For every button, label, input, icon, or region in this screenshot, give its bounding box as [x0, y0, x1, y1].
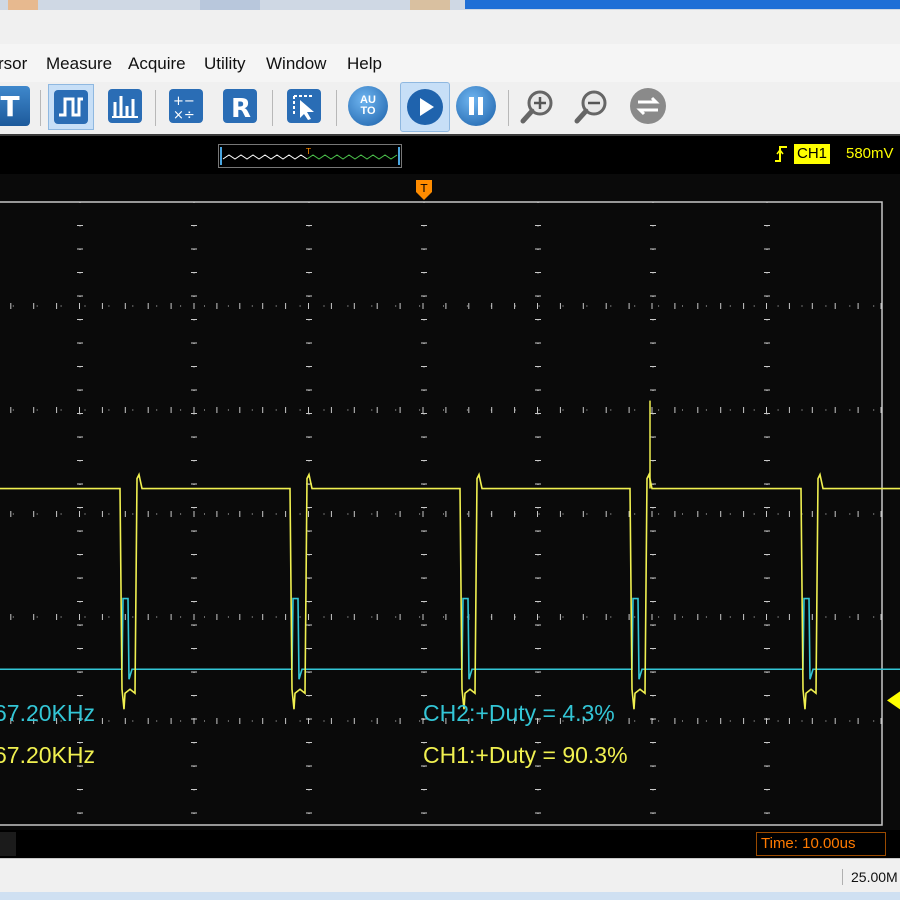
svg-text:+−: +− — [173, 94, 195, 109]
histogram-icon — [108, 89, 142, 123]
sample-rate: 25.00M — [842, 869, 898, 885]
title-bar-blue — [465, 0, 900, 9]
voltage-scale: 580mV — [846, 145, 894, 162]
graticule — [0, 201, 883, 826]
svg-text:×÷: ×÷ — [173, 108, 195, 123]
title-fragment — [200, 0, 260, 10]
zoom-out-button[interactable] — [570, 84, 614, 128]
trigger-t-button[interactable]: T — [0, 86, 30, 126]
separator — [508, 90, 509, 126]
swap-button[interactable] — [626, 84, 670, 128]
trigger-preview[interactable]: T — [218, 144, 402, 168]
title-fragment — [8, 0, 38, 10]
trigger-marker-label: T — [420, 182, 428, 195]
reference-button[interactable]: R — [218, 84, 262, 128]
ch1-trace — [0, 472, 900, 710]
swap-arrows-icon — [630, 88, 666, 124]
menu-help[interactable]: Help — [347, 54, 382, 74]
cursor-arrow-icon — [287, 89, 321, 123]
ch2-duty-readout: CH2:+Duty = 4.3% — [423, 700, 615, 726]
play-icon — [407, 89, 443, 125]
channel-badge[interactable]: CH1 — [794, 144, 831, 164]
pulse-button[interactable] — [48, 84, 94, 130]
cursor-select-button[interactable] — [282, 84, 326, 128]
window-title-strip — [0, 0, 900, 10]
math-operators-icon: +−×÷ — [169, 89, 203, 123]
menu-utility[interactable]: Utility — [204, 54, 246, 74]
pulse-wave-icon — [54, 90, 88, 124]
trigger-level-arrow — [887, 691, 900, 710]
menu-measure[interactable]: Measure — [46, 54, 112, 74]
markers: T — [416, 180, 900, 710]
title-fragment — [410, 0, 450, 10]
pause-icon — [469, 97, 483, 115]
menu-window[interactable]: Window — [266, 54, 326, 74]
waveform-plot[interactable]: T — [0, 174, 900, 830]
zoom-out-icon — [574, 90, 607, 124]
waveform-preview-icon: T — [220, 147, 400, 165]
separator — [336, 90, 337, 126]
run-button[interactable] — [400, 82, 450, 132]
taskbar-strip — [0, 892, 900, 900]
status-footer: 25.00M — [0, 858, 900, 893]
menu-cursor[interactable]: rsor — [0, 54, 27, 74]
auto-icon: AU TO — [360, 94, 376, 117]
separator — [40, 90, 41, 126]
channel-info-box — [0, 832, 16, 856]
t-icon: T — [0, 89, 20, 123]
separator — [155, 90, 156, 126]
scope-bottom-bar: Time: 10.00us — [0, 830, 900, 858]
ref-r-icon: R — [223, 89, 257, 124]
rising-edge-icon — [774, 143, 788, 165]
pause-button[interactable] — [456, 86, 496, 126]
trigger-position-marker: T — [416, 180, 432, 200]
separator — [272, 90, 273, 126]
menu-bar: rsor Measure Acquire Utility Window Help — [0, 44, 900, 82]
math-button[interactable]: +− ×÷ — [164, 84, 208, 128]
ch2-frequency-readout: 67.20KHz — [0, 700, 96, 726]
menu-acquire[interactable]: Acquire — [128, 54, 186, 74]
toolbar: T +− ×÷ R AU TO — [0, 82, 900, 135]
histogram-button[interactable] — [103, 84, 147, 128]
svg-text:R: R — [231, 94, 251, 124]
ch1-frequency-readout: 67.20KHz — [0, 742, 96, 768]
timebase-readout[interactable]: Time: 10.00us — [756, 832, 886, 856]
auto-button[interactable]: AU TO — [348, 86, 388, 126]
zoom-in-icon — [520, 90, 553, 124]
scope-status-bar: T CH1 580mV — [0, 134, 900, 176]
svg-text:T: T — [305, 147, 311, 156]
zoom-in-button[interactable] — [516, 84, 560, 128]
ch1-duty-readout: CH1:+Duty = 90.3% — [423, 742, 628, 768]
